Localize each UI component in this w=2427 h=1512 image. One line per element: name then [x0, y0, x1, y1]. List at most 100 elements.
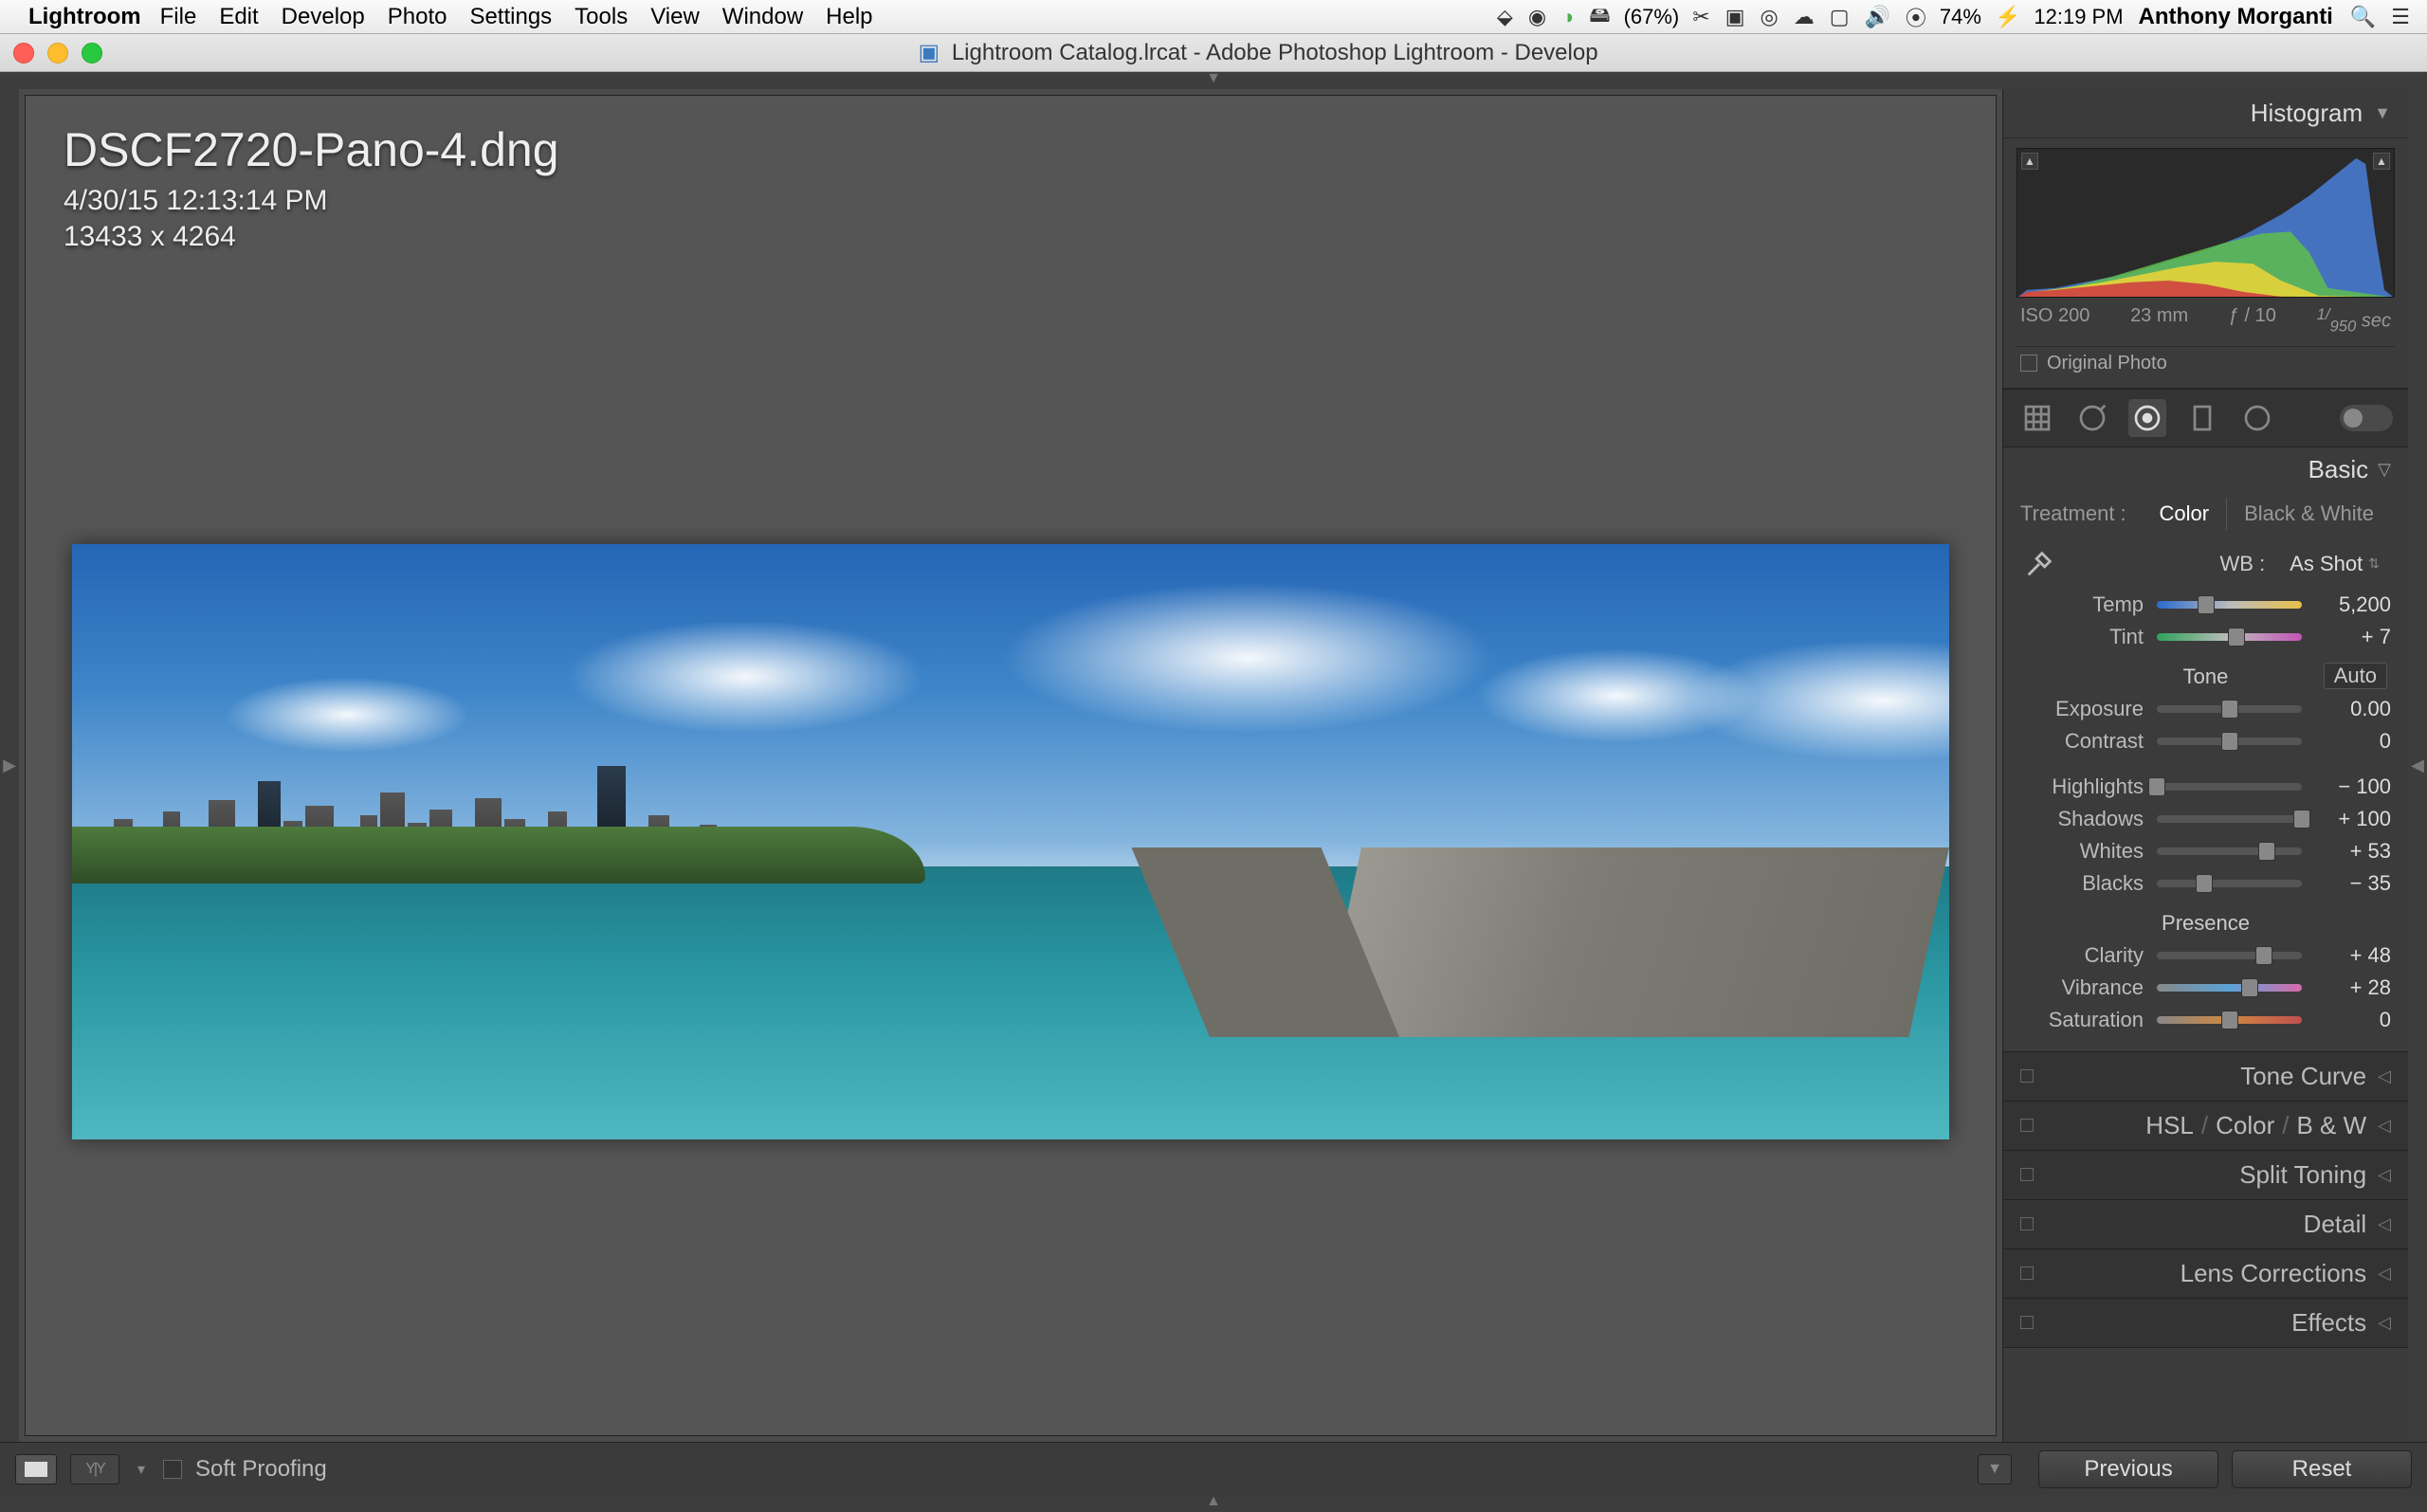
right-panel-toggle[interactable]: ◀: [2408, 89, 2427, 1442]
effects-panel-header[interactable]: Effects ◁: [2003, 1299, 2408, 1348]
top-panel-toggle[interactable]: ▼: [0, 72, 2427, 89]
detail-panel-header[interactable]: Detail ◁: [2003, 1200, 2408, 1249]
battery-icon[interactable]: ⚡: [1995, 5, 2020, 29]
menu-file[interactable]: File: [160, 4, 197, 30]
crop-tool[interactable]: [2018, 399, 2056, 437]
histogram-graph[interactable]: ▲ ▲: [2016, 148, 2395, 298]
spotlight-icon[interactable]: 🔍: [2350, 5, 2376, 29]
saturation-slider[interactable]: Saturation 0: [2003, 1004, 2408, 1036]
chevron-left-icon: ◁: [2378, 1066, 2391, 1086]
presence-group-header: Presence: [2003, 900, 2408, 939]
image-datetime: 4/30/15 12:13:14 PM: [64, 185, 559, 217]
tint-slider[interactable]: Tint + 7: [2003, 621, 2408, 653]
chevron-left-icon: ◁: [2378, 1264, 2391, 1284]
shadows-slider[interactable]: Shadows + 100: [2003, 803, 2408, 835]
app-menu[interactable]: Lightroom: [28, 4, 141, 30]
vibrance-slider[interactable]: Vibrance + 28: [2003, 972, 2408, 1004]
user-name[interactable]: Anthony Morganti: [2139, 4, 2333, 30]
lens-corrections-panel-header[interactable]: Lens Corrections ◁: [2003, 1249, 2408, 1299]
develop-bottom-toolbar: Y|Y ▾ Soft Proofing ▼ Previous Reset: [0, 1442, 2427, 1495]
develop-right-panel: Histogram ▼ ▲ ▲ ISO 200 23 mm: [2002, 89, 2408, 1442]
split-toning-panel-header[interactable]: Split Toning ◁: [2003, 1151, 2408, 1200]
contrast-slider[interactable]: Contrast 0: [2003, 725, 2408, 757]
graph-icon[interactable]: ✂: [1692, 5, 1709, 29]
before-after-menu[interactable]: ▾: [133, 1454, 150, 1485]
left-panel-toggle[interactable]: ▶: [0, 89, 19, 1442]
airplay-icon[interactable]: ▢: [1830, 5, 1850, 29]
exposure-slider[interactable]: Exposure 0.00: [2003, 693, 2408, 725]
window-maximize-button[interactable]: [82, 43, 102, 64]
eyedropper-tool[interactable]: [2020, 545, 2058, 583]
highlights-slider[interactable]: Highlights − 100: [2003, 771, 2408, 803]
menu-photo[interactable]: Photo: [388, 4, 447, 30]
clarity-slider[interactable]: Clarity + 48: [2003, 939, 2408, 972]
panel-toggle-icon: [2020, 1316, 2034, 1329]
menu-develop[interactable]: Develop: [282, 4, 365, 30]
basic-title: Basic: [2308, 455, 2369, 484]
redeye-tool[interactable]: [2128, 399, 2166, 437]
image-info-overlay: DSCF2720-Pano-4.dng 4/30/15 12:13:14 PM …: [64, 122, 559, 253]
chevron-left-icon: ◁: [2378, 1214, 2391, 1234]
disc-icon[interactable]: ◎: [1761, 5, 1779, 29]
original-photo-toggle[interactable]: Original Photo: [2016, 346, 2395, 384]
white-balance-row: WB : As Shot ⇅: [2003, 536, 2408, 589]
soft-proofing-label: Soft Proofing: [195, 1456, 327, 1483]
displays-icon[interactable]: ▣: [1725, 5, 1745, 29]
tone-group-header: Tone Auto: [2003, 653, 2408, 693]
wifi-icon[interactable]: ⦿: [1906, 2, 1926, 32]
temp-slider[interactable]: Temp 5,200: [2003, 589, 2408, 621]
menu-tools[interactable]: Tools: [575, 4, 628, 30]
soft-proofing-checkbox[interactable]: [163, 1460, 182, 1479]
histogram-panel: ▲ ▲ ISO 200 23 mm ƒ / 10 1/950 sec: [2003, 138, 2408, 389]
window-close-button[interactable]: [13, 43, 34, 64]
volume-icon[interactable]: 🔊: [1865, 5, 1890, 29]
image-dimensions: 13433 x 4264: [64, 221, 559, 253]
histogram-header[interactable]: Histogram ▼: [2003, 89, 2408, 138]
menu-edit[interactable]: Edit: [219, 4, 258, 30]
cloud-icon[interactable]: ☁: [1794, 5, 1815, 29]
graduated-filter-tool[interactable]: [2183, 399, 2221, 437]
window-minimize-button[interactable]: [47, 43, 68, 64]
menu-help[interactable]: Help: [826, 4, 872, 30]
loupe-view-button[interactable]: [15, 1454, 57, 1485]
radial-filter-tool[interactable]: [2238, 399, 2276, 437]
basic-header[interactable]: Basic ▽: [2003, 447, 2408, 492]
treatment-row: Treatment : Color Black & White: [2003, 492, 2408, 536]
panel-switch-toggle[interactable]: [2340, 405, 2393, 431]
menu-settings[interactable]: Settings: [469, 4, 552, 30]
clock-text: 12:19 PM: [2034, 5, 2123, 29]
treatment-color[interactable]: Color: [2142, 498, 2226, 530]
auto-tone-button[interactable]: Auto: [2324, 663, 2387, 689]
toolbar-options-dropdown[interactable]: ▼: [1978, 1454, 2012, 1485]
treatment-bw[interactable]: Black & White: [2226, 498, 2391, 530]
spot-removal-tool[interactable]: [2073, 399, 2111, 437]
whites-slider[interactable]: Whites + 53: [2003, 835, 2408, 867]
hsl-panel-header[interactable]: HSL / Color / B & W ◁: [2003, 1102, 2408, 1151]
previous-button[interactable]: Previous: [2038, 1450, 2218, 1488]
blacks-slider[interactable]: Blacks − 35: [2003, 867, 2408, 900]
menu-view[interactable]: View: [650, 4, 700, 30]
before-after-button[interactable]: Y|Y: [70, 1454, 119, 1485]
basic-panel: Basic ▽ Treatment : Color Black & White …: [2003, 447, 2408, 1052]
wb-dropdown[interactable]: As Shot ⇅: [2278, 550, 2391, 578]
chevron-left-icon: ◁: [2378, 1116, 2391, 1136]
window-titlebar: ▣ Lightroom Catalog.lrcat - Adobe Photos…: [0, 34, 2427, 72]
chevron-down-icon: ▽: [2378, 460, 2391, 480]
chevron-down-icon: ▼: [2374, 103, 2391, 123]
status-green-icon[interactable]: ◑: [1561, 5, 1574, 29]
tone-curve-panel-header[interactable]: Tone Curve ◁: [2003, 1052, 2408, 1102]
window-controls: [13, 43, 102, 64]
printer-icon[interactable]: 🖴: [1589, 0, 1610, 35]
treatment-label: Treatment :: [2020, 501, 2126, 526]
filmstrip-toggle[interactable]: ▲: [0, 1495, 2427, 1512]
battery2-text: 74%: [1940, 5, 1981, 29]
histogram-title: Histogram: [2251, 99, 2363, 128]
menu-window[interactable]: Window: [722, 4, 803, 30]
chevron-left-icon: ◁: [2378, 1313, 2391, 1333]
image-canvas[interactable]: DSCF2720-Pano-4.dng 4/30/15 12:13:14 PM …: [25, 95, 1997, 1436]
notification-center-icon[interactable]: ☰: [2391, 5, 2410, 29]
dropbox-icon[interactable]: ⬙: [1497, 5, 1513, 29]
creative-cloud-icon[interactable]: ◉: [1528, 5, 1546, 29]
reset-button[interactable]: Reset: [2232, 1450, 2412, 1488]
panel-toggle-icon: [2020, 1069, 2034, 1083]
